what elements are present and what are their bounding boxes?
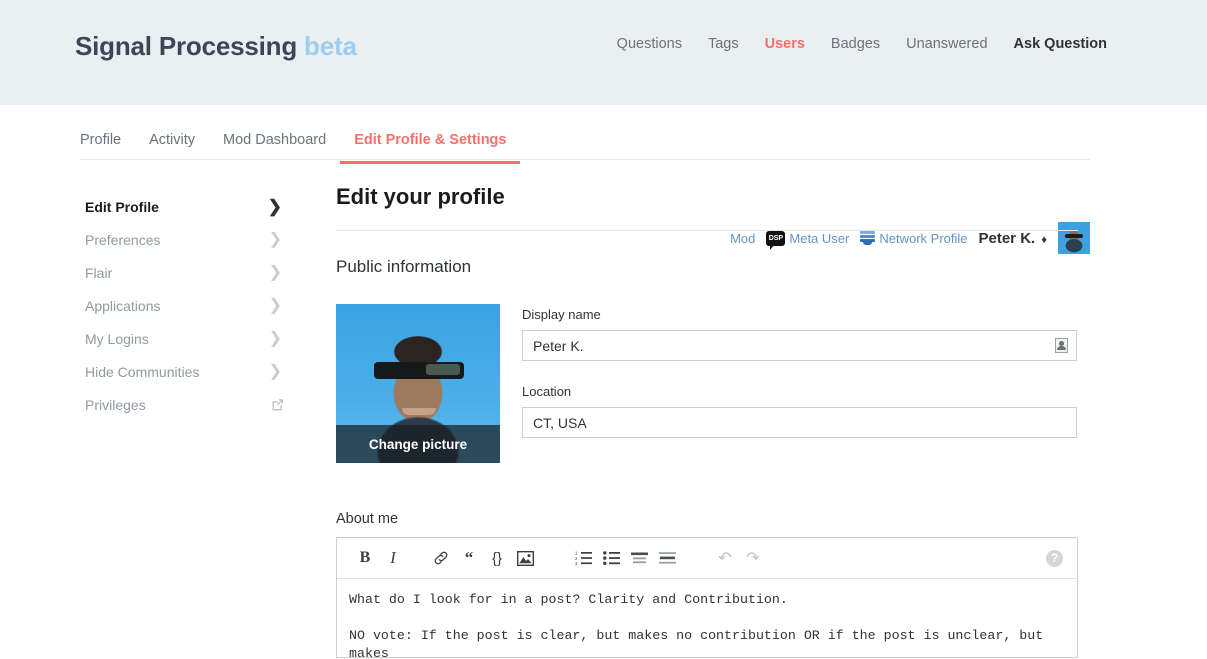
bullet-list-icon[interactable] xyxy=(597,544,625,572)
sidebar-item-label: Flair xyxy=(85,264,113,281)
contact-autofill-icon[interactable] xyxy=(1055,338,1068,353)
profile-fields: Display name Peter K. Location CT, USA xyxy=(522,304,1078,438)
tab-activity[interactable]: Activity xyxy=(135,105,209,164)
sidebar-item-label: My Logins xyxy=(85,330,149,347)
redo-icon[interactable]: ↷ xyxy=(739,544,767,572)
about-me-editor: B I “ {} 1 2 3 ↶ ↷ ? What do I look for … xyxy=(336,537,1078,658)
sidebar-item-privileges[interactable]: Privileges xyxy=(85,388,290,421)
tab-edit-profile-settings[interactable]: Edit Profile & Settings xyxy=(340,105,521,164)
primary-nav: Questions Tags Users Badges Unanswered A… xyxy=(617,36,1107,52)
sidebar-item-label: Hide Communities xyxy=(85,363,200,380)
mouth-detail xyxy=(402,408,436,415)
sidebar-item-label: Privileges xyxy=(85,396,146,413)
heading-icon[interactable] xyxy=(625,544,653,572)
sidebar-item-label: Preferences xyxy=(85,231,161,248)
code-icon[interactable]: {} xyxy=(483,544,511,572)
nav-questions[interactable]: Questions xyxy=(617,36,682,52)
horizontal-rule-icon[interactable] xyxy=(653,544,681,572)
quote-icon[interactable]: “ xyxy=(455,544,483,572)
sidebar-item-applications[interactable]: Applications ❯ xyxy=(85,289,290,322)
editor-toolbar: B I “ {} 1 2 3 ↶ ↷ ? xyxy=(337,538,1077,579)
chevron-right-icon: ❯ xyxy=(268,230,282,248)
nav-unanswered[interactable]: Unanswered xyxy=(906,36,987,52)
nav-ask-question[interactable]: Ask Question xyxy=(1014,36,1107,52)
profile-tabs: Profile Activity Mod Dashboard Edit Prof… xyxy=(80,105,521,164)
external-link-icon xyxy=(271,398,290,411)
chevron-right-icon: ❯ xyxy=(268,296,282,314)
nav-users[interactable]: Users xyxy=(765,36,805,52)
link-icon[interactable] xyxy=(427,544,455,572)
sidebar-item-preferences[interactable]: Preferences ❯ xyxy=(85,223,290,256)
sidebar-item-label: Applications xyxy=(85,297,161,314)
change-picture-button[interactable]: Change picture xyxy=(336,425,500,463)
site-title-beta: beta xyxy=(304,31,357,61)
about-me-textarea[interactable]: What do I look for in a post? Clarity an… xyxy=(337,579,1077,657)
profile-picture[interactable]: Change picture xyxy=(336,304,500,463)
sunglasses-detail xyxy=(374,362,464,379)
about-me-label: About me xyxy=(336,511,399,527)
display-name-label: Display name xyxy=(522,307,601,322)
undo-icon[interactable]: ↶ xyxy=(711,544,739,572)
display-name-input[interactable]: Peter K. xyxy=(522,330,1077,361)
tab-mod-dashboard[interactable]: Mod Dashboard xyxy=(209,105,340,164)
sidebar-item-my-logins[interactable]: My Logins ❯ xyxy=(85,322,290,355)
location-label: Location xyxy=(522,384,572,399)
settings-sidebar: Edit Profile ❯ Preferences ❯ Flair ❯ App… xyxy=(85,190,290,421)
subnav-divider xyxy=(80,159,1090,160)
chevron-right-icon: ❯ xyxy=(267,197,282,216)
site-header: Signal Processing beta Questions Tags Us… xyxy=(0,0,1207,105)
page-title: Edit your profile xyxy=(336,184,505,209)
location-value: CT, USA xyxy=(533,414,587,431)
profile-subnav-bar: Profile Activity Mod Dashboard Edit Prof… xyxy=(0,105,1207,254)
chevron-right-icon: ❯ xyxy=(268,362,282,380)
sidebar-item-flair[interactable]: Flair ❯ xyxy=(85,256,290,289)
image-icon[interactable] xyxy=(511,544,539,572)
sidebar-item-label: Edit Profile xyxy=(85,198,159,215)
chevron-right-icon: ❯ xyxy=(268,263,282,281)
site-logo-title[interactable]: Signal Processing beta xyxy=(75,31,357,62)
nav-tags[interactable]: Tags xyxy=(708,36,739,52)
display-name-value: Peter K. xyxy=(533,337,584,354)
svg-text:3: 3 xyxy=(575,561,578,565)
bold-icon[interactable]: B xyxy=(351,544,379,572)
ordered-list-icon[interactable]: 1 2 3 xyxy=(569,544,597,572)
site-title-text: Signal Processing xyxy=(75,31,298,61)
tab-profile[interactable]: Profile xyxy=(80,105,135,164)
sidebar-item-hide-communities[interactable]: Hide Communities ❯ xyxy=(85,355,290,388)
italic-icon[interactable]: I xyxy=(379,544,407,572)
chevron-right-icon: ❯ xyxy=(268,329,282,347)
nav-badges[interactable]: Badges xyxy=(831,36,880,52)
public-information-row: Change picture Display name Peter K. Loc… xyxy=(336,277,1078,463)
sidebar-item-edit-profile[interactable]: Edit Profile ❯ xyxy=(85,190,290,223)
settings-content: Edit your profile Public information Cha… xyxy=(336,184,1078,658)
section-title-public-information: Public information xyxy=(336,257,472,276)
help-icon[interactable]: ? xyxy=(1046,549,1063,567)
location-input[interactable]: CT, USA xyxy=(522,407,1077,438)
